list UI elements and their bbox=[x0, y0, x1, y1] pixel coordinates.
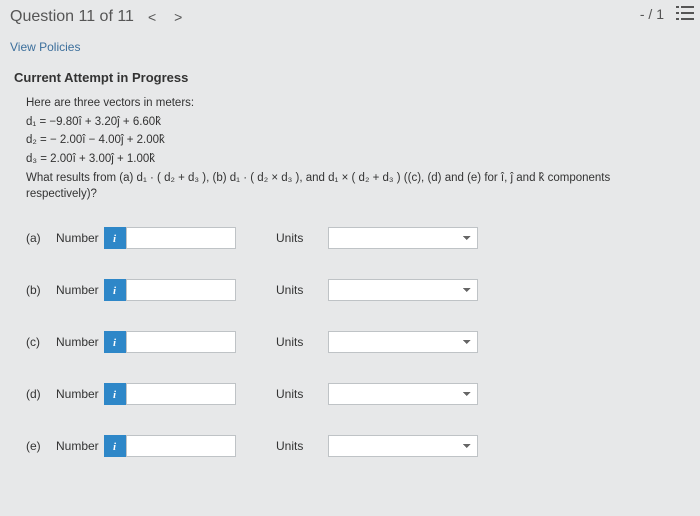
question-prompt: Here are three vectors in meters: d₁ = −… bbox=[0, 95, 700, 203]
info-icon[interactable]: i bbox=[104, 383, 126, 405]
number-input-d[interactable] bbox=[126, 383, 236, 405]
number-input-b[interactable] bbox=[126, 279, 236, 301]
units-select-a[interactable] bbox=[328, 227, 478, 249]
prev-question-button[interactable]: < bbox=[148, 9, 156, 25]
svg-text:i: i bbox=[113, 285, 117, 296]
units-select-b[interactable] bbox=[328, 279, 478, 301]
units-label: Units bbox=[276, 231, 328, 245]
next-question-button[interactable]: > bbox=[174, 9, 182, 25]
units-label: Units bbox=[276, 335, 328, 349]
prompt-intro: Here are three vectors in meters: bbox=[26, 95, 680, 112]
score-display: - / 1 bbox=[640, 6, 664, 22]
number-label: Number bbox=[56, 439, 104, 453]
info-icon[interactable]: i bbox=[104, 331, 126, 353]
units-label: Units bbox=[276, 387, 328, 401]
info-icon[interactable]: i bbox=[104, 227, 126, 249]
number-label: Number bbox=[56, 335, 104, 349]
answer-row-e: (e) Number i Units bbox=[26, 431, 700, 461]
vector-d2: d₂ = − 2.00î − 4.00ĵ + 2.00k̂ bbox=[26, 132, 680, 149]
answer-row-a: (a) Number i Units bbox=[26, 223, 700, 253]
menu-icon[interactable] bbox=[676, 5, 694, 21]
svg-text:i: i bbox=[113, 441, 117, 452]
number-input-a[interactable] bbox=[126, 227, 236, 249]
part-label-a: (a) bbox=[26, 231, 56, 245]
number-label: Number bbox=[56, 283, 104, 297]
units-label: Units bbox=[276, 283, 328, 297]
part-label-b: (b) bbox=[26, 283, 56, 297]
units-label: Units bbox=[276, 439, 328, 453]
svg-text:i: i bbox=[113, 337, 117, 348]
number-input-e[interactable] bbox=[126, 435, 236, 457]
number-label: Number bbox=[56, 387, 104, 401]
number-input-c[interactable] bbox=[126, 331, 236, 353]
svg-text:i: i bbox=[113, 389, 117, 400]
vector-d1: d₁ = −9.80î + 3.20ĵ + 6.60k̂ bbox=[26, 114, 680, 131]
answer-section: (a) Number i Units (b) Number i Units (c… bbox=[0, 205, 700, 461]
units-select-e[interactable] bbox=[328, 435, 478, 457]
attempt-status: Current Attempt in Progress bbox=[0, 64, 700, 95]
info-icon[interactable]: i bbox=[104, 279, 126, 301]
units-select-d[interactable] bbox=[328, 383, 478, 405]
view-policies-link[interactable]: View Policies bbox=[0, 26, 700, 64]
vector-d3: d₃ = 2.00î + 3.00ĵ + 1.00k̂ bbox=[26, 151, 680, 168]
part-label-e: (e) bbox=[26, 439, 56, 453]
info-icon[interactable]: i bbox=[104, 435, 126, 457]
part-label-d: (d) bbox=[26, 387, 56, 401]
prompt-ask: What results from (a) d₁ · ( d₂ + d₃ ), … bbox=[26, 170, 680, 203]
answer-row-d: (d) Number i Units bbox=[26, 379, 700, 409]
svg-text:i: i bbox=[113, 233, 117, 244]
answer-row-c: (c) Number i Units bbox=[26, 327, 700, 357]
question-number: Question 11 of 11 bbox=[10, 8, 134, 26]
units-select-c[interactable] bbox=[328, 331, 478, 353]
number-label: Number bbox=[56, 231, 104, 245]
answer-row-b: (b) Number i Units bbox=[26, 275, 700, 305]
part-label-c: (c) bbox=[26, 335, 56, 349]
